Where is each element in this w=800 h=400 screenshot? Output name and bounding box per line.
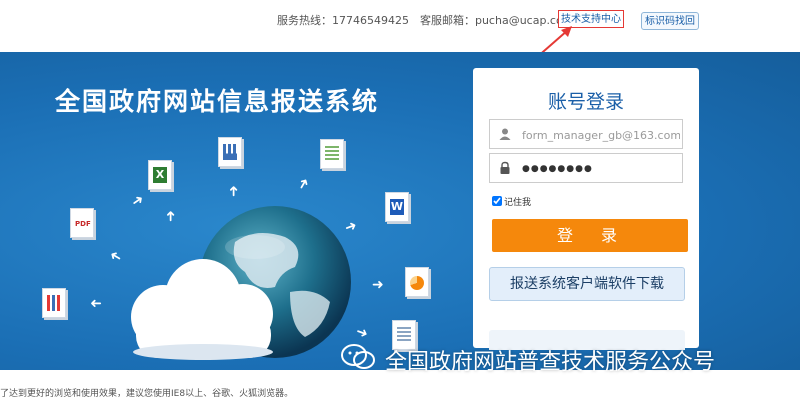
remember-me[interactable]: 记住我 bbox=[492, 195, 531, 208]
chart-doc-icon bbox=[218, 137, 242, 167]
username-input[interactable] bbox=[520, 122, 682, 148]
bar-chart-doc-icon bbox=[42, 288, 66, 318]
excel-file-icon: X bbox=[148, 160, 172, 190]
login-button[interactable]: 登 录 bbox=[492, 219, 688, 252]
report-doc-icon bbox=[320, 139, 344, 169]
top-bar: 服务热线：17746549425 客服邮箱：pucha@ucap.com.cn … bbox=[0, 0, 800, 52]
pie-chart-doc-icon bbox=[405, 267, 429, 297]
password-field[interactable] bbox=[489, 153, 683, 183]
login-panel: 账号登录 记住我 登 录 报送系统客户端软件下载 bbox=[473, 68, 699, 350]
password-input[interactable] bbox=[520, 156, 682, 182]
recover-id-button[interactable]: 标识码找回 bbox=[641, 12, 699, 30]
system-title: 全国政府网站信息报送系统 bbox=[55, 87, 380, 116]
pdf-file-icon: PDF bbox=[70, 208, 94, 238]
remember-checkbox[interactable] bbox=[492, 196, 502, 206]
remember-label: 记住我 bbox=[504, 198, 532, 208]
wechat-icon bbox=[341, 344, 375, 369]
watermark-text: 全国政府网站普查技术服务公众号 bbox=[385, 350, 716, 375]
arrow-icon: ➜ bbox=[225, 185, 242, 197]
user-icon bbox=[499, 128, 511, 140]
arrow-icon: ➜ bbox=[162, 210, 179, 222]
arrow-icon: ➜ bbox=[372, 277, 384, 293]
cloud-illustration bbox=[131, 259, 273, 360]
arrow-icon: ➜ bbox=[90, 295, 102, 311]
word-file-icon: W bbox=[385, 192, 409, 222]
login-title: 账号登录 bbox=[547, 91, 624, 113]
username-field[interactable] bbox=[489, 119, 683, 149]
client-download-button[interactable]: 报送系统客户端软件下载 bbox=[489, 267, 685, 301]
browser-tip: 了达到更好的浏览和使用效果，建议您使用IE8以上、谷歌、火狐浏览器。 bbox=[0, 389, 294, 399]
lock-icon bbox=[500, 161, 510, 174]
